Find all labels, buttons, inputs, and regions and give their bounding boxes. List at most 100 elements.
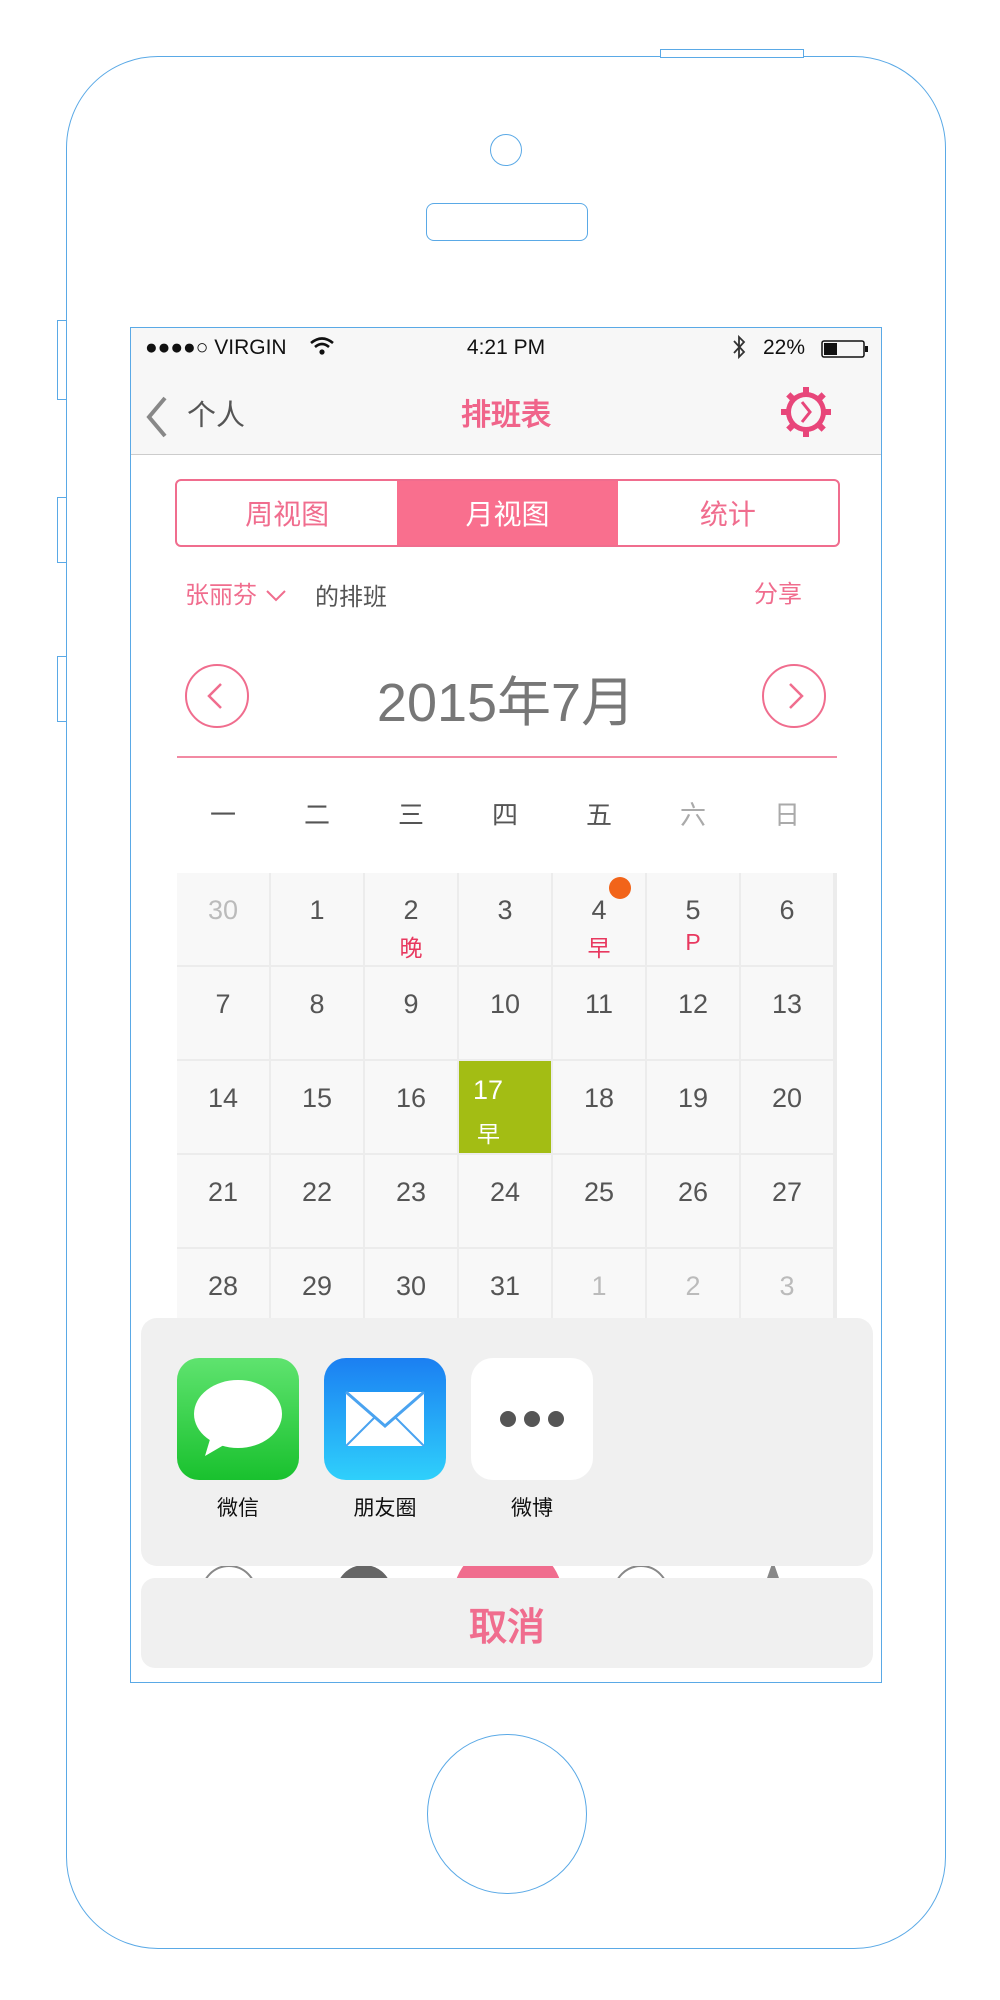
calendar-day[interactable]: 21: [177, 1155, 269, 1247]
calendar-day[interactable]: 20: [741, 1061, 833, 1153]
weekday-header: 三: [397, 800, 424, 830]
more-icon: [471, 1358, 593, 1480]
calendar-day-today[interactable]: 17 早: [459, 1061, 551, 1153]
weekday-header: 六: [679, 800, 706, 830]
next-month-button[interactable]: [762, 664, 826, 728]
day-number: 24: [489, 1177, 521, 1207]
day-number: 9: [403, 989, 419, 1019]
day-number: 3: [779, 1271, 795, 1301]
day-number: 20: [771, 1083, 803, 1113]
owner-suffix: 的排班: [315, 584, 387, 611]
messages-icon: [177, 1358, 299, 1480]
share-link[interactable]: 分享: [754, 574, 802, 609]
day-number: 2: [403, 895, 419, 925]
day-number: 30: [207, 895, 239, 925]
calendar-day[interactable]: 5P: [647, 873, 739, 965]
power-button: [660, 49, 804, 58]
chevron-down-icon: [266, 590, 287, 602]
calendar-day[interactable]: 6: [741, 873, 833, 965]
calendar-day[interactable]: 15: [271, 1061, 363, 1153]
app-screen: ●●●●○ VIRGIN 4:21 PM 22% 个人 排班表 周视图 月视图 …: [130, 327, 882, 1683]
volume-down-button: [57, 656, 67, 722]
notification-dot: [609, 877, 631, 899]
weekday-header: 日: [773, 800, 800, 830]
day-number: 7: [215, 989, 231, 1019]
calendar-day[interactable]: 18: [553, 1061, 645, 1153]
owner-name: 张丽芬: [185, 582, 257, 609]
calendar-day[interactable]: 23: [365, 1155, 457, 1247]
earpiece-speaker: [426, 203, 588, 241]
day-number: 22: [301, 1177, 333, 1207]
day-number: 31: [489, 1271, 521, 1301]
calendar-day[interactable]: 25: [553, 1155, 645, 1247]
calendar-day[interactable]: 26: [647, 1155, 739, 1247]
shift-label: 早: [477, 1121, 500, 1147]
shift-label: 早: [587, 935, 611, 961]
day-number: 27: [771, 1177, 803, 1207]
day-number: 21: [207, 1177, 239, 1207]
calendar-day[interactable]: 30: [177, 873, 269, 965]
cancel-button[interactable]: 取消: [141, 1578, 873, 1668]
calendar-day[interactable]: 1: [271, 873, 363, 965]
day-number: 16: [395, 1083, 427, 1113]
calendar-day[interactable]: 19: [647, 1061, 739, 1153]
mute-switch: [57, 320, 67, 400]
home-button[interactable]: [427, 1734, 587, 1894]
calendar-day[interactable]: 12: [647, 967, 739, 1059]
day-number: 15: [301, 1083, 333, 1113]
calendar-day[interactable]: 14: [177, 1061, 269, 1153]
calendar-day[interactable]: 7: [177, 967, 269, 1059]
calendar-day[interactable]: 27: [741, 1155, 833, 1247]
day-number: 25: [583, 1177, 615, 1207]
settings-button[interactable]: [779, 385, 833, 439]
day-number: 19: [677, 1083, 709, 1113]
day-number: 5: [685, 895, 701, 925]
calendar-day[interactable]: 8: [271, 967, 363, 1059]
day-number: 12: [677, 989, 709, 1019]
calendar-day[interactable]: 11: [553, 967, 645, 1059]
calendar-day[interactable]: 22: [271, 1155, 363, 1247]
day-number: 30: [395, 1271, 427, 1301]
share-moments-label: 朋友圈: [353, 1497, 417, 1520]
day-number: 10: [489, 989, 521, 1019]
day-number: 1: [591, 1271, 607, 1301]
share-wechat[interactable]: 微信: [177, 1358, 299, 1522]
month-divider: [177, 756, 837, 758]
navigation-bar: 个人 排班表: [131, 368, 881, 455]
share-weibo[interactable]: 微博: [471, 1358, 593, 1522]
tab-month-view[interactable]: 月视图: [397, 481, 618, 545]
calendar-day[interactable]: 16: [365, 1061, 457, 1153]
day-number: 6: [779, 895, 795, 925]
share-moments[interactable]: 朋友圈: [324, 1358, 446, 1522]
battery-percent: 22%: [763, 336, 806, 359]
battery-icon: [821, 339, 871, 365]
tab-week-view[interactable]: 周视图: [177, 481, 397, 545]
day-number: 26: [677, 1177, 709, 1207]
share-weibo-label: 微博: [511, 1497, 553, 1520]
day-number: 14: [207, 1083, 239, 1113]
chevron-right-icon: [789, 683, 804, 709]
day-number: 3: [497, 895, 513, 925]
weekday-header: 五: [585, 800, 612, 830]
day-number: 4: [591, 895, 607, 925]
volume-up-button: [57, 497, 67, 563]
calendar-day[interactable]: 24: [459, 1155, 551, 1247]
calendar-day[interactable]: 13: [741, 967, 833, 1059]
calendar-day[interactable]: 9: [365, 967, 457, 1059]
day-number: 18: [583, 1083, 615, 1113]
mail-icon: [324, 1358, 446, 1480]
calendar-day[interactable]: 2晚: [365, 873, 457, 965]
owner-selector[interactable]: 张丽芬: [185, 575, 287, 610]
calendar-day[interactable]: 10: [459, 967, 551, 1059]
day-number: 23: [395, 1177, 427, 1207]
tab-statistics[interactable]: 统计: [618, 481, 838, 545]
day-number: 2: [685, 1271, 701, 1301]
view-switcher: 周视图 月视图 统计: [175, 479, 840, 547]
status-bar: ●●●●○ VIRGIN 4:21 PM 22%: [131, 328, 881, 368]
shift-label: 晚: [399, 935, 423, 961]
calendar-day[interactable]: 3: [459, 873, 551, 965]
bluetooth-icon: [731, 334, 747, 366]
calendar-day[interactable]: 4早: [553, 873, 645, 965]
day-number: 29: [301, 1271, 333, 1301]
day-number: 1: [309, 895, 325, 925]
